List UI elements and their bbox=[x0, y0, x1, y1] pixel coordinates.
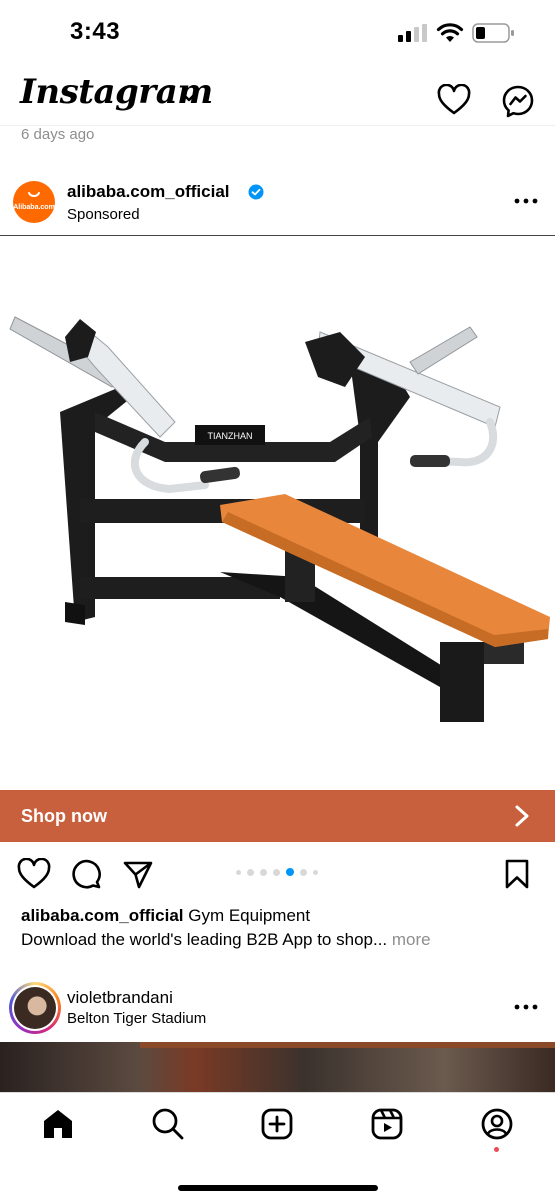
carousel-dot bbox=[300, 868, 307, 876]
create-icon[interactable] bbox=[260, 1107, 294, 1141]
carousel-dot bbox=[313, 869, 318, 875]
post-action-row bbox=[0, 852, 555, 896]
avatar bbox=[14, 987, 56, 1029]
shop-now-label: Shop now bbox=[21, 806, 107, 826]
more-options-icon[interactable] bbox=[514, 1004, 538, 1010]
carousel-dot bbox=[247, 868, 254, 876]
app-header: Instagram bbox=[0, 70, 555, 126]
caption-line-2: Download the world's leading B2B App to … bbox=[21, 930, 392, 949]
chevron-down-icon[interactable] bbox=[180, 90, 198, 104]
verified-badge-icon bbox=[248, 184, 264, 200]
shop-now-button[interactable]: Shop now bbox=[0, 790, 555, 842]
notification-dot bbox=[494, 1147, 499, 1152]
caption-username[interactable]: alibaba.com_official bbox=[21, 906, 184, 925]
next-post-username[interactable]: violetbrandani bbox=[67, 988, 173, 1008]
avatar-text: Alibaba.com bbox=[13, 204, 55, 211]
carousel-dot bbox=[260, 868, 267, 876]
home-icon[interactable] bbox=[41, 1107, 75, 1141]
home-indicator bbox=[178, 1185, 378, 1191]
profile-icon[interactable] bbox=[480, 1107, 514, 1141]
brand-plate-text: TIANZHAN bbox=[208, 431, 253, 441]
image-detail bbox=[140, 1042, 555, 1048]
post-header: Alibaba.com alibaba.com_official Sponsor… bbox=[0, 170, 555, 236]
like-heart-icon[interactable] bbox=[17, 858, 51, 890]
chevron-right-icon bbox=[515, 805, 529, 827]
caption-text: Gym Equipment bbox=[183, 906, 311, 925]
search-icon[interactable] bbox=[151, 1107, 185, 1141]
reels-icon[interactable] bbox=[370, 1107, 404, 1141]
bookmark-icon[interactable] bbox=[504, 858, 530, 890]
cellular-signal-icon bbox=[398, 24, 427, 42]
heart-icon[interactable] bbox=[437, 84, 471, 116]
share-paper-plane-icon[interactable] bbox=[122, 858, 154, 890]
post-caption: alibaba.com_official Gym Equipment Downl… bbox=[21, 904, 541, 952]
story-ring-avatar[interactable] bbox=[9, 982, 61, 1034]
previous-post-timestamp: 6 days ago bbox=[21, 126, 95, 143]
next-post-image[interactable] bbox=[0, 1042, 555, 1092]
post-username[interactable]: alibaba.com_official bbox=[67, 182, 230, 202]
battery-icon bbox=[472, 23, 514, 43]
carousel-indicator bbox=[236, 868, 318, 876]
more-options-icon[interactable] bbox=[514, 198, 538, 204]
next-post-location[interactable]: Belton Tiger Stadium bbox=[67, 1010, 206, 1027]
next-post-header: violetbrandani Belton Tiger Stadium bbox=[0, 978, 555, 1038]
carousel-dot bbox=[236, 869, 241, 875]
comment-icon[interactable] bbox=[70, 858, 102, 890]
wifi-icon bbox=[436, 23, 464, 42]
post-image[interactable]: TIANZHAN bbox=[0, 237, 555, 790]
bench-press-machine-image: TIANZHAN bbox=[9, 316, 550, 722]
carousel-dot-active bbox=[286, 868, 294, 876]
sponsored-label[interactable]: Sponsored bbox=[67, 206, 140, 223]
status-bar: 3:43 bbox=[0, 0, 555, 64]
bottom-tab-bar bbox=[0, 1092, 555, 1200]
carousel-dot bbox=[273, 868, 280, 876]
status-time: 3:43 bbox=[70, 18, 121, 45]
messenger-icon[interactable] bbox=[501, 84, 535, 118]
avatar[interactable]: Alibaba.com bbox=[13, 181, 55, 223]
caption-more-link[interactable]: more bbox=[392, 930, 431, 949]
